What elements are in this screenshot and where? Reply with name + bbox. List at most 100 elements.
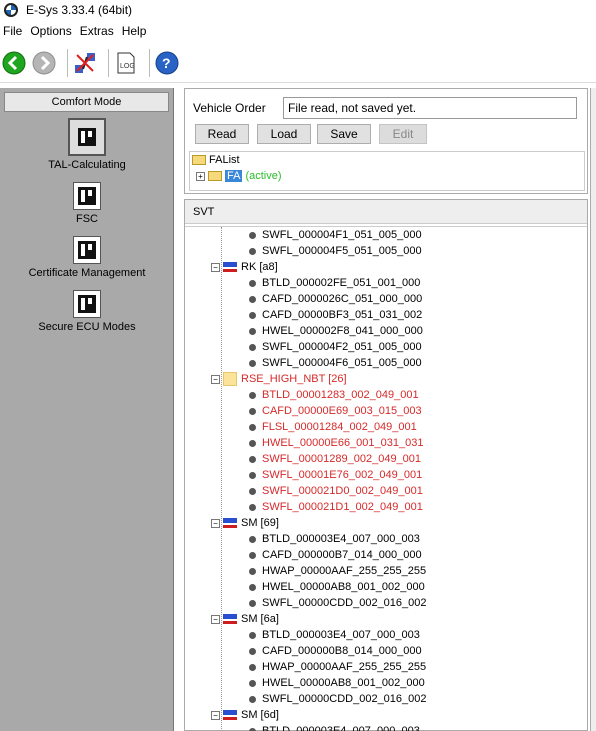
menu-extras[interactable]: Extras — [77, 24, 117, 38]
collapse-icon[interactable]: − — [211, 374, 220, 384]
forward-icon — [32, 51, 56, 74]
svt-sgbm-item[interactable]: CAFD_00000E69_003_015_003 — [249, 403, 422, 419]
connect-icon — [75, 52, 95, 73]
load-button[interactable]: Load — [257, 124, 311, 144]
secure-ecu-modes-icon — [73, 290, 101, 318]
svt-node-label: BTLD_000003E4_007_000_003 — [262, 725, 420, 731]
svt-sgbm-item[interactable]: BTLD_000003E4_007_000_003 — [249, 531, 420, 547]
svt-sgbm-item[interactable]: CAFD_0000026C_051_000_000 — [249, 291, 422, 307]
svt-sgbm-item[interactable]: FLSL_00001284_002_049_001 — [249, 419, 417, 435]
sidebar-item-tal-calculating[interactable]: TAL-Calculating — [0, 118, 174, 171]
bullet-icon — [249, 551, 256, 559]
vehicle-order-status-field[interactable]: File read, not saved yet. — [283, 97, 577, 119]
tree-guide-line — [221, 227, 222, 731]
collapse-icon[interactable]: − — [211, 710, 220, 720]
svt-sgbm-item[interactable]: SWFL_00000CDD_002_016_002 — [249, 691, 427, 707]
svt-node-label: HWAP_00000AAF_255_255_255 — [262, 565, 427, 577]
bullet-icon — [249, 231, 256, 239]
svt-node-label: HWEL_000002F8_041_000_000 — [262, 325, 423, 337]
svt-sgbm-item[interactable]: HWAP_00000AAF_255_255_255 — [249, 659, 426, 675]
connect-button[interactable] — [73, 51, 97, 75]
svt-node-label: BTLD_000003E4_007_000_003 — [262, 629, 420, 641]
back-button[interactable] — [2, 51, 26, 75]
svt-sgbm-item[interactable]: CAFD_000000B8_014_000_000 — [249, 643, 422, 659]
read-button[interactable]: Read — [195, 124, 249, 144]
falist-fa-node[interactable]: + FA (active) — [196, 170, 282, 182]
toolbar-separator — [108, 48, 109, 77]
svt-sgbm-item[interactable]: SWFL_000021D1_002_049_001 — [249, 499, 423, 515]
falist-root[interactable]: FAList — [192, 154, 240, 166]
ecu-icon — [223, 710, 237, 720]
svt-sgbm-item[interactable]: HWAP_00000AAF_255_255_255 — [249, 563, 426, 579]
svt-node-label: BTLD_000002FE_051_001_000 — [262, 277, 421, 289]
log-icon: LOG — [117, 52, 135, 73]
bullet-icon — [249, 679, 256, 687]
help-icon: ? — [155, 51, 179, 74]
bullet-icon — [249, 311, 256, 319]
forward-button[interactable] — [32, 51, 56, 75]
bullet-icon — [249, 391, 256, 399]
svt-sgbm-item[interactable]: SWFL_000004F5_051_005_000 — [249, 243, 422, 259]
bullet-icon — [249, 455, 256, 463]
collapse-icon[interactable]: − — [211, 614, 220, 624]
menu-bar: File Options Extras Help — [0, 22, 596, 40]
svt-node-label: SWFL_00001289_002_049_001 — [262, 453, 422, 465]
collapse-icon[interactable]: − — [211, 518, 220, 528]
menu-file[interactable]: File — [0, 24, 25, 38]
svt-sgbm-item[interactable]: SWFL_000004F2_051_005_000 — [249, 339, 422, 355]
svt-sgbm-item[interactable]: SWFL_00001289_002_049_001 — [249, 451, 421, 467]
svt-sgbm-item[interactable]: BTLD_000003E4_007_000_003 — [249, 627, 420, 643]
sidebar-item-secure-ecu-modes[interactable]: Secure ECU Modes — [0, 290, 174, 333]
collapse-icon[interactable]: − — [211, 262, 220, 272]
svt-ecu-node[interactable]: − SM [6d] — [211, 707, 279, 723]
svt-node-label: CAFD_000000B7_014_000_000 — [262, 549, 422, 561]
svt-ecu-node[interactable]: − RSE_HIGH_NBT [26] — [211, 371, 347, 387]
svt-ecu-node[interactable]: − RK [a8] — [211, 259, 278, 275]
svt-sgbm-item[interactable]: CAFD_00000BF3_051_031_002 — [249, 307, 422, 323]
bullet-icon — [249, 343, 256, 351]
bullet-icon — [249, 247, 256, 255]
svt-sgbm-item[interactable]: BTLD_000002FE_051_001_000 — [249, 275, 420, 291]
right-panel-edge — [590, 88, 596, 731]
menu-options[interactable]: Options — [27, 24, 74, 38]
svt-node-label: CAFD_0000026C_051_000_000 — [262, 293, 423, 305]
fa-label: FA — [225, 170, 243, 182]
svt-sgbm-item[interactable]: BTLD_000003E4_007_000_003 — [249, 723, 420, 731]
svt-ecu-node[interactable]: − SM [69] — [211, 515, 279, 531]
svt-node-label: SWFL_00000CDD_002_016_002 — [262, 693, 427, 705]
svt-node-label: SWFL_00001E76_002_049_001 — [262, 469, 423, 481]
toolbar: LOG ? — [0, 43, 596, 83]
expand-icon[interactable]: + — [196, 171, 205, 181]
log-button[interactable]: LOG — [114, 51, 138, 75]
svt-sgbm-item[interactable]: CAFD_000000B7_014_000_000 — [249, 547, 422, 563]
bullet-icon — [249, 599, 256, 607]
menu-help[interactable]: Help — [119, 24, 150, 38]
svt-sgbm-item[interactable]: SWFL_00000CDD_002_016_002 — [249, 595, 427, 611]
svt-sgbm-item[interactable]: BTLD_00001283_002_049_001 — [249, 387, 419, 403]
svt-sgbm-item[interactable]: HWEL_00000AB8_001_002_000 — [249, 675, 425, 691]
sidebar-item-fsc[interactable]: FSC — [0, 182, 174, 225]
fa-active-status: (active) — [245, 170, 282, 182]
svt-sgbm-item[interactable]: HWEL_00000AB8_001_002_000 — [249, 579, 425, 595]
help-button[interactable]: ? — [155, 51, 179, 75]
svt-sgbm-item[interactable]: SWFL_00001E76_002_049_001 — [249, 467, 422, 483]
edit-button[interactable]: Edit — [379, 124, 427, 144]
comfort-mode-header[interactable]: Comfort Mode — [4, 92, 169, 112]
svt-node-label: SWFL_000004F5_051_005_000 — [262, 245, 422, 257]
sidebar-item-label: FSC — [76, 213, 98, 225]
svt-panel: SVT SWFL_000004F1_051_005_000 SWFL_000004… — [184, 199, 588, 731]
save-button[interactable]: Save — [317, 124, 371, 144]
back-icon — [2, 51, 26, 74]
svt-sgbm-item[interactable]: SWFL_000004F6_051_005_000 — [249, 355, 422, 371]
svt-sgbm-item[interactable]: SWFL_000021D0_002_049_001 — [249, 483, 423, 499]
svt-ecu-node[interactable]: − SM [6a] — [211, 611, 279, 627]
svt-node-label: SWFL_000021D0_002_049_001 — [262, 485, 423, 497]
sidebar-item-certificate-management[interactable]: Certificate Management — [0, 236, 174, 279]
svt-sgbm-item[interactable]: HWEL_00000E66_001_031_031 — [249, 435, 423, 451]
svt-sgbm-item[interactable]: SWFL_000004F1_051_005_000 — [249, 227, 422, 243]
falist-root-label: FAList — [209, 154, 240, 166]
svt-node-label: SM [69] — [241, 517, 279, 529]
bmw-logo-icon — [4, 3, 18, 17]
svt-sgbm-item[interactable]: HWEL_000002F8_041_000_000 — [249, 323, 423, 339]
svt-node-label: SWFL_000004F2_051_005_000 — [262, 341, 422, 353]
